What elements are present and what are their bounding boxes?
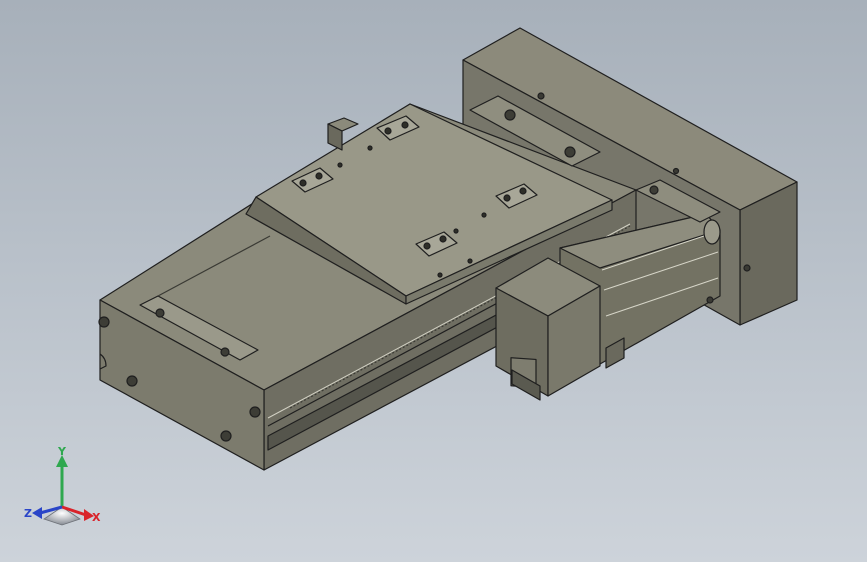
z-arrow-head — [32, 507, 42, 519]
x-axis-label: X — [92, 511, 101, 524]
y-axis-label: Y — [57, 445, 67, 458]
view-orientation-triad[interactable]: Y X Z — [22, 445, 112, 530]
graphics-viewport[interactable]: Y X Z — [0, 0, 867, 562]
3d-model-linear-actuator[interactable] — [0, 0, 867, 562]
z-axis-label: Z — [24, 507, 32, 520]
